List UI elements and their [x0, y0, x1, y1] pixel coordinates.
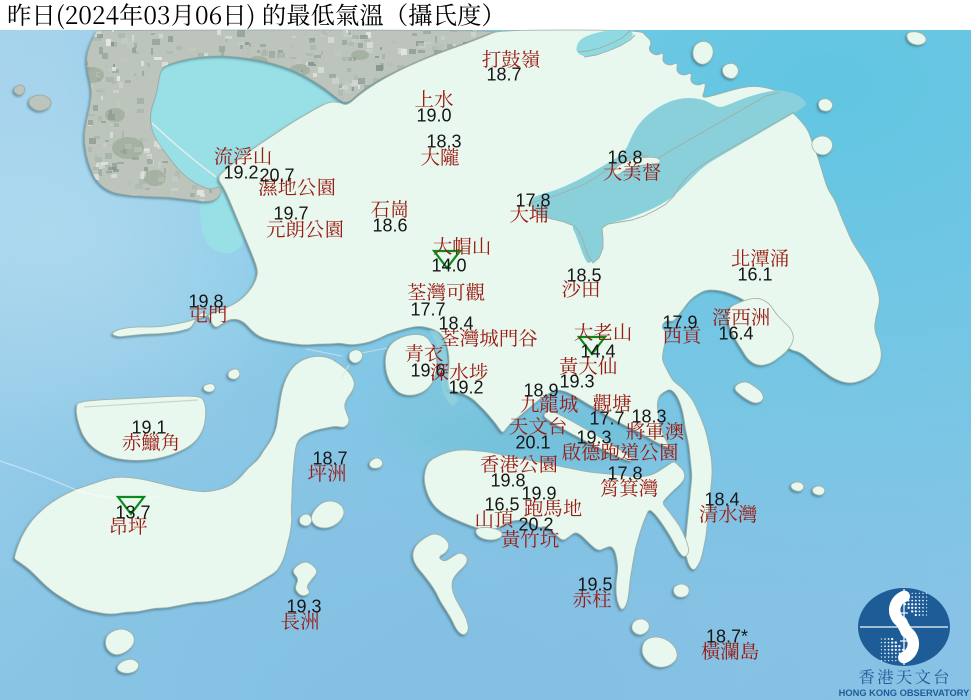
svg-text:18.5: 18.5	[566, 265, 601, 285]
svg-text:18.6: 18.6	[372, 215, 407, 235]
svg-text:13.7: 13.7	[115, 502, 150, 522]
svg-text:20.1: 20.1	[515, 432, 550, 452]
svg-text:18.7: 18.7	[486, 64, 521, 84]
svg-text:19.2: 19.2	[223, 162, 258, 182]
svg-text:18.4: 18.4	[704, 489, 739, 509]
svg-text:16.1: 16.1	[737, 264, 772, 284]
svg-text:19.5: 19.5	[577, 574, 612, 594]
svg-text:18.7*: 18.7*	[706, 626, 748, 646]
svg-text:19.3: 19.3	[286, 596, 321, 616]
svg-text:17.8: 17.8	[515, 190, 550, 210]
svg-text:18.9: 18.9	[523, 380, 558, 400]
svg-text:16.8: 16.8	[607, 147, 642, 167]
svg-text:20.2: 20.2	[518, 514, 553, 534]
svg-text:14.0: 14.0	[431, 255, 466, 275]
svg-text:18.7: 18.7	[312, 448, 347, 468]
svg-text:18.4: 18.4	[438, 313, 473, 333]
svg-text:16.4: 16.4	[718, 323, 753, 343]
svg-text:20.7: 20.7	[259, 165, 294, 185]
svg-text:18.3: 18.3	[631, 406, 666, 426]
svg-text:19.3: 19.3	[576, 427, 611, 447]
svg-text:19.9: 19.9	[521, 483, 556, 503]
svg-text:19.1: 19.1	[131, 417, 166, 437]
svg-text:17.7: 17.7	[589, 408, 624, 428]
svg-text:19.8: 19.8	[490, 470, 525, 490]
svg-text:19.6: 19.6	[410, 360, 445, 380]
svg-text:19.3: 19.3	[559, 371, 594, 391]
svg-text:17.9: 17.9	[662, 312, 697, 332]
svg-text:17.8: 17.8	[607, 463, 642, 483]
svg-text:19.8: 19.8	[188, 291, 223, 311]
svg-text:16.5: 16.5	[484, 494, 519, 514]
svg-text:19.2: 19.2	[448, 377, 483, 397]
svg-text:19.7: 19.7	[273, 203, 308, 223]
svg-text:18.3: 18.3	[426, 131, 461, 151]
svg-text:19.0: 19.0	[416, 105, 451, 125]
svg-text:HONG KONG OBSERVATORY: HONG KONG OBSERVATORY	[839, 688, 970, 698]
